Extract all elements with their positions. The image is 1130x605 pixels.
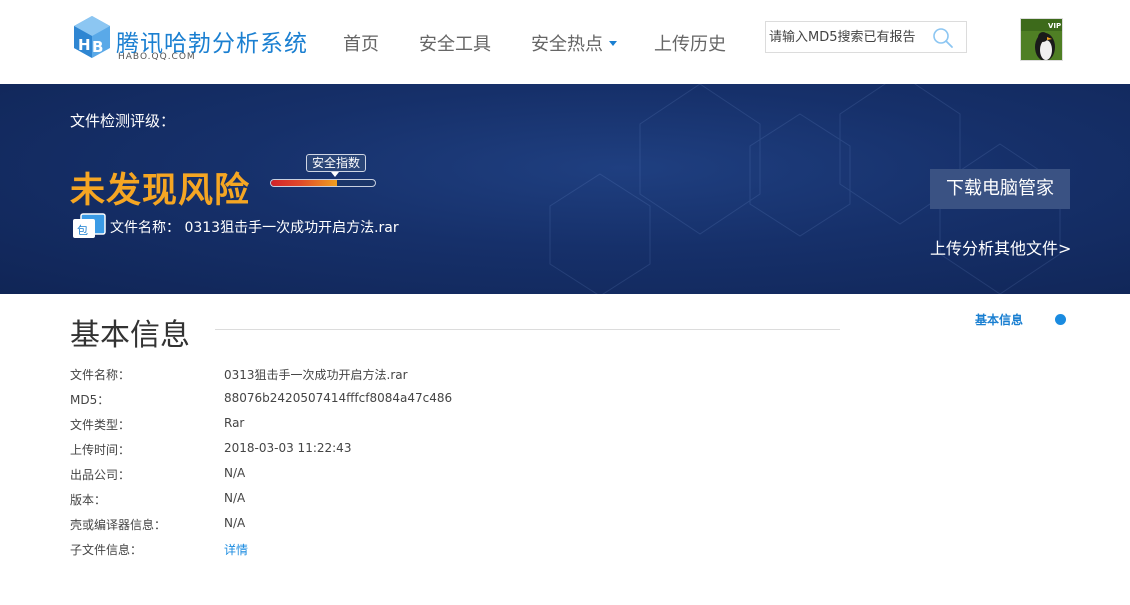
penguin-avatar-icon: VIP xyxy=(1021,19,1062,60)
search-icon[interactable] xyxy=(932,27,954,49)
info-value: N/A xyxy=(224,491,246,505)
info-row-file-type: 文件类型： Rar xyxy=(70,416,770,436)
risk-level: 未发现风险 xyxy=(70,171,251,211)
file-icon-label: 包 xyxy=(77,224,88,237)
habo-logo[interactable]: H B 腾讯哈勃分析系统 HABO.QQ.COM xyxy=(72,14,312,66)
banner-file-name-label: 文件名称： xyxy=(110,220,180,236)
md5-search-input[interactable] xyxy=(766,22,931,52)
top-header: H B 腾讯哈勃分析系统 HABO.QQ.COM 首页 安全工具 安全热点 上传… xyxy=(0,0,1130,84)
download-pc-manager-button[interactable]: 下载电脑管家 xyxy=(930,169,1070,209)
safety-index-bar xyxy=(270,179,376,187)
info-row-version: 版本： N/A xyxy=(70,491,770,511)
info-value: 88076b2420507414fffcf8084a47c486 xyxy=(224,391,453,405)
detection-rating-label: 文件检测评级： xyxy=(70,112,176,130)
info-row-sub-files: 子文件信息： 详情 xyxy=(70,541,770,561)
sub-file-details-link[interactable]: 详情 xyxy=(224,541,248,558)
side-nav-active-dot xyxy=(1055,314,1066,325)
info-value: Rar xyxy=(224,416,245,430)
svg-text:H: H xyxy=(78,36,91,54)
upload-other-file-link[interactable]: 上传分析其他文件> xyxy=(930,235,1071,259)
info-row-file-name: 文件名称： 0313狙击手一次成功开启方法.rar xyxy=(70,366,770,386)
svg-text:B: B xyxy=(92,38,103,56)
vip-badge: VIP xyxy=(1048,22,1061,30)
safety-index-pointer xyxy=(331,172,339,177)
archive-file-icon: 包 xyxy=(73,213,106,238)
info-key: 文件名称： xyxy=(70,368,131,382)
nav-security-hotspots[interactable]: 安全热点 xyxy=(531,30,617,56)
info-key: 出品公司： xyxy=(70,468,131,482)
nav-upload-history[interactable]: 上传历史 xyxy=(654,30,726,56)
chevron-down-icon xyxy=(609,40,617,46)
info-row-md5: MD5： 88076b2420507414fffcf8084a47c486 xyxy=(70,391,770,411)
nav-security-tools[interactable]: 安全工具 xyxy=(419,30,491,56)
nav-security-hotspots-label: 安全热点 xyxy=(531,34,603,55)
info-key: 版本： xyxy=(70,493,107,507)
logo-subtitle: HABO.QQ.COM xyxy=(118,52,196,62)
side-nav-basic-info[interactable]: 基本信息 xyxy=(975,311,1023,328)
section-divider xyxy=(215,329,840,330)
banner-file-name-value: 0313狙击手一次成功开启方法.rar xyxy=(184,220,399,236)
info-value: 2018-03-03 11:22:43 xyxy=(224,441,352,455)
basic-info-title: 基本信息 xyxy=(70,318,190,353)
info-key: 文件类型： xyxy=(70,418,131,432)
info-key: MD5： xyxy=(70,393,110,407)
safety-index-fill xyxy=(271,180,337,186)
info-row-upload-time: 上传时间： 2018-03-03 11:22:43 xyxy=(70,441,770,461)
info-value: N/A xyxy=(224,516,246,530)
nav-home[interactable]: 首页 xyxy=(343,30,379,56)
banner-file-name: 文件名称： 0313狙击手一次成功开启方法.rar xyxy=(110,217,399,237)
info-key: 上传时间： xyxy=(70,443,131,457)
info-key: 子文件信息： xyxy=(70,543,143,557)
user-avatar[interactable]: VIP xyxy=(1020,18,1063,61)
md5-search-box xyxy=(765,21,967,53)
detection-banner: 文件检测评级： 未发现风险 安全指数 包 文件名称： 0313狙击手一次成功开启… xyxy=(0,84,1130,294)
habo-logo-icon: H B xyxy=(74,16,110,58)
safety-index-tag: 安全指数 xyxy=(306,154,367,172)
info-row-publisher: 出品公司： N/A xyxy=(70,466,770,486)
info-row-packer: 壳或编译器信息： N/A xyxy=(70,516,770,536)
info-value: N/A xyxy=(224,466,246,480)
info-value: 0313狙击手一次成功开启方法.rar xyxy=(224,368,408,382)
info-key: 壳或编译器信息： xyxy=(70,518,167,532)
